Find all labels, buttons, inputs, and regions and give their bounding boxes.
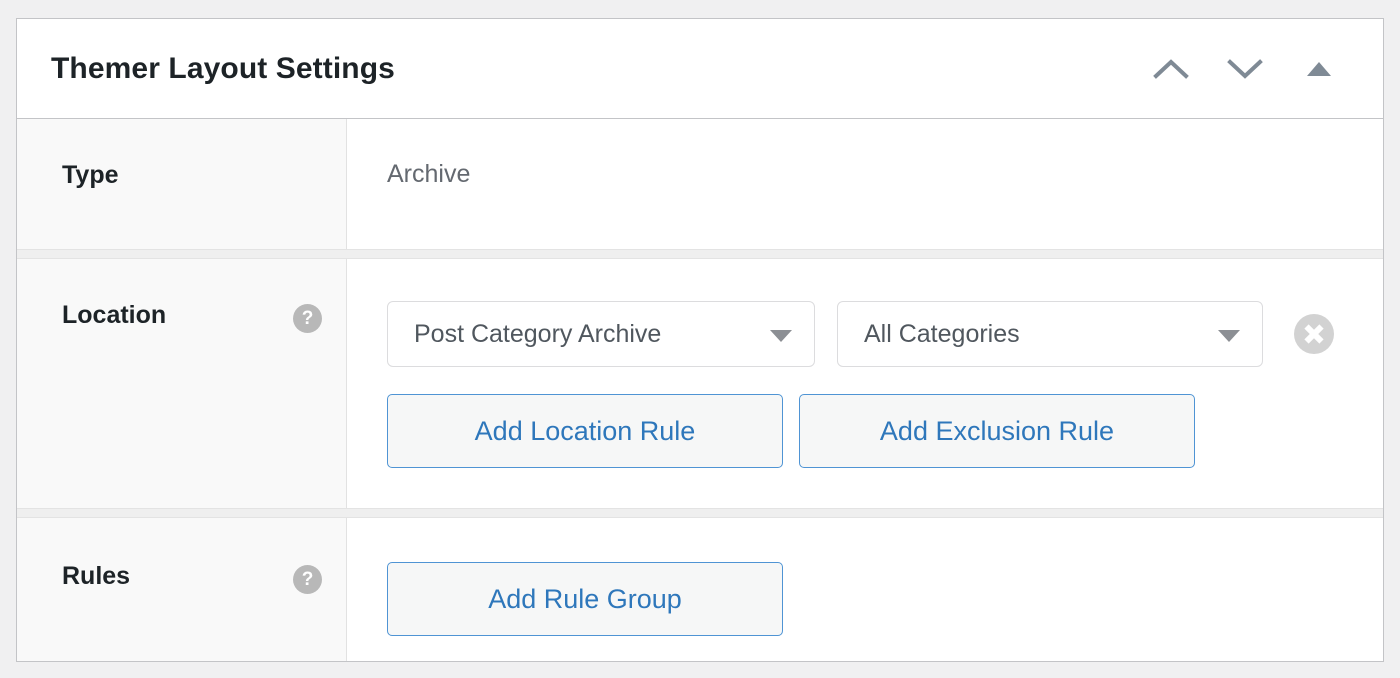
add-rule-group-button[interactable]: Add Rule Group bbox=[387, 562, 783, 636]
location-target-select-value: All Categories bbox=[864, 320, 1020, 349]
row-type-field-cell: Archive bbox=[347, 119, 1383, 249]
row-rules-field-cell: Add Rule Group bbox=[347, 518, 1383, 661]
chevron-down-icon bbox=[770, 330, 792, 342]
location-rule-row: Post Category Archive All Categories bbox=[387, 301, 1383, 367]
location-type-select-value: Post Category Archive bbox=[414, 320, 661, 349]
row-location-label: Location bbox=[62, 301, 293, 330]
location-help-icon[interactable]: ? bbox=[293, 304, 322, 333]
row-type-label: Type bbox=[62, 161, 322, 190]
page-title: Themer Layout Settings bbox=[51, 52, 1149, 86]
row-separator bbox=[17, 508, 1383, 518]
move-down-icon[interactable] bbox=[1223, 47, 1267, 91]
move-up-icon[interactable] bbox=[1149, 47, 1193, 91]
settings-rows: Type Archive Location ? Post Category Ar… bbox=[17, 119, 1383, 661]
location-buttons: Add Location Rule Add Exclusion Rule bbox=[387, 394, 1383, 468]
rules-buttons: Add Rule Group bbox=[387, 562, 1383, 636]
row-location-label-cell: Location ? bbox=[17, 259, 347, 508]
collapse-icon[interactable] bbox=[1297, 47, 1341, 91]
row-separator bbox=[17, 249, 1383, 259]
location-target-select[interactable]: All Categories bbox=[837, 301, 1263, 367]
row-rules-label-cell: Rules ? bbox=[17, 518, 347, 661]
rules-help-icon[interactable]: ? bbox=[293, 565, 322, 594]
row-location: Location ? Post Category Archive All Cat… bbox=[17, 259, 1383, 508]
row-type: Type Archive bbox=[17, 119, 1383, 249]
chevron-down-icon bbox=[1218, 330, 1240, 342]
themer-layout-settings-panel: Themer Layout Settings T bbox=[16, 18, 1384, 662]
panel-header-actions bbox=[1149, 47, 1357, 91]
row-rules-label: Rules bbox=[62, 562, 293, 591]
location-type-select[interactable]: Post Category Archive bbox=[387, 301, 815, 367]
add-location-rule-button[interactable]: Add Location Rule bbox=[387, 394, 783, 468]
add-exclusion-rule-button[interactable]: Add Exclusion Rule bbox=[799, 394, 1195, 468]
remove-circle-icon[interactable] bbox=[1293, 313, 1335, 355]
panel-header: Themer Layout Settings bbox=[17, 19, 1383, 119]
row-rules: Rules ? Add Rule Group bbox=[17, 518, 1383, 661]
row-type-label-cell: Type bbox=[17, 119, 347, 249]
type-value: Archive bbox=[387, 159, 1383, 189]
row-location-field-cell: Post Category Archive All Categories bbox=[347, 259, 1383, 508]
